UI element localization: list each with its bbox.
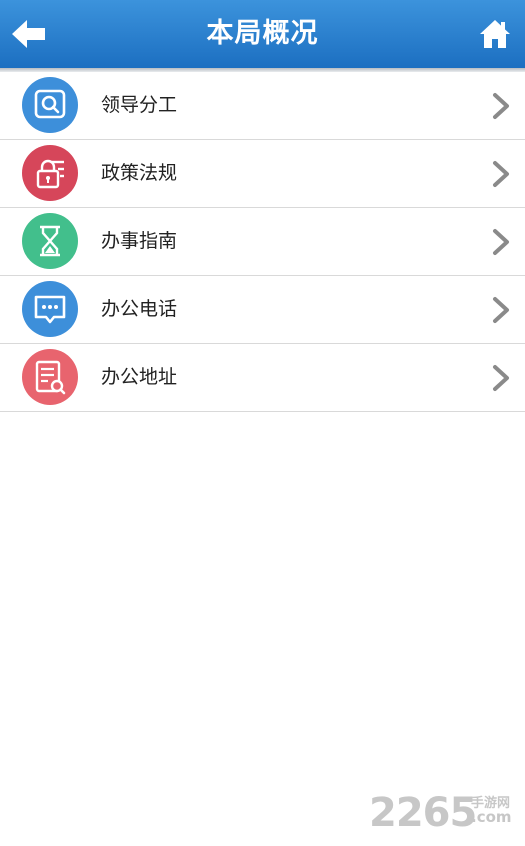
top-navigation-bar: 本局概况 [0, 0, 525, 72]
menu-item-label: 领导分工 [101, 94, 178, 116]
chevron-right-icon [493, 297, 509, 323]
watermark-domain: .com [471, 808, 512, 826]
menu-item-label: 办公电话 [101, 298, 178, 320]
menu-item-label: 政策法规 [101, 162, 178, 184]
page-title: 本局概况 [206, 18, 319, 49]
site-watermark: 2265 手游网 .com [369, 790, 519, 836]
menu-item-label: 办事指南 [101, 230, 178, 252]
menu-item-office-phone[interactable]: 办公电话 [0, 276, 525, 344]
document-search-icon [22, 349, 78, 405]
magnifier-card-icon [22, 77, 78, 133]
menu-item-office-address[interactable]: 办公地址 [0, 344, 525, 412]
chevron-right-icon [493, 161, 509, 187]
watermark-number: 2265 [369, 790, 477, 836]
menu-item-service-guide[interactable]: 办事指南 [0, 208, 525, 276]
menu-item-label: 办公地址 [101, 366, 178, 388]
home-button[interactable] [479, 18, 511, 50]
chevron-right-icon [493, 229, 509, 255]
chat-bubble-icon [22, 281, 78, 337]
lock-document-icon [22, 145, 78, 201]
menu-item-leadership[interactable]: 领导分工 [0, 72, 525, 140]
menu-list: 领导分工 政策法规 办事指南 办公电话 办公地址 [0, 72, 525, 412]
home-icon [480, 20, 510, 48]
chevron-right-icon [493, 365, 509, 391]
hourglass-icon [22, 213, 78, 269]
menu-item-policies[interactable]: 政策法规 [0, 140, 525, 208]
chevron-right-icon [493, 93, 509, 119]
